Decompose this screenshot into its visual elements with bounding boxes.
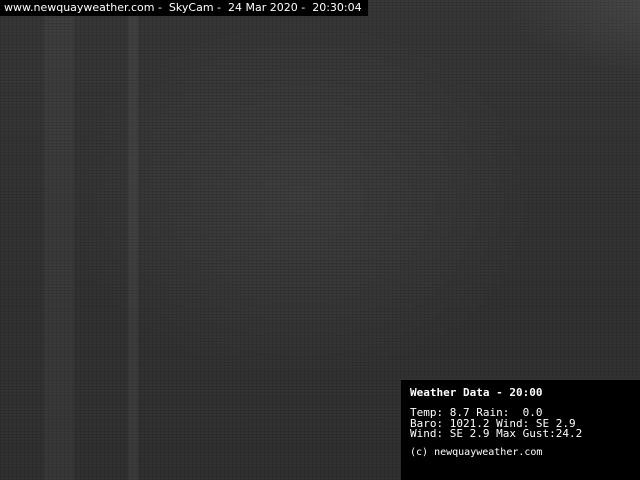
camera-caption: www.newquayweather.com - SkyCam - 24 Mar… — [0, 0, 368, 16]
light-streak — [128, 16, 138, 480]
sky-glow — [500, 0, 640, 80]
weather-panel-title: Weather Data - 20:00 — [410, 386, 543, 399]
weather-data-panel: Weather Data - 20:00 Temp: 8.7 Rain: 0.0… — [401, 380, 640, 480]
light-streak — [44, 16, 74, 480]
skycam-image: www.newquayweather.com - SkyCam - 24 Mar… — [0, 0, 640, 480]
copyright-text: (c) newquayweather.com — [410, 447, 543, 458]
weather-wind-gust: Wind: SE 2.9 Max Gust:24.2 — [410, 427, 583, 440]
